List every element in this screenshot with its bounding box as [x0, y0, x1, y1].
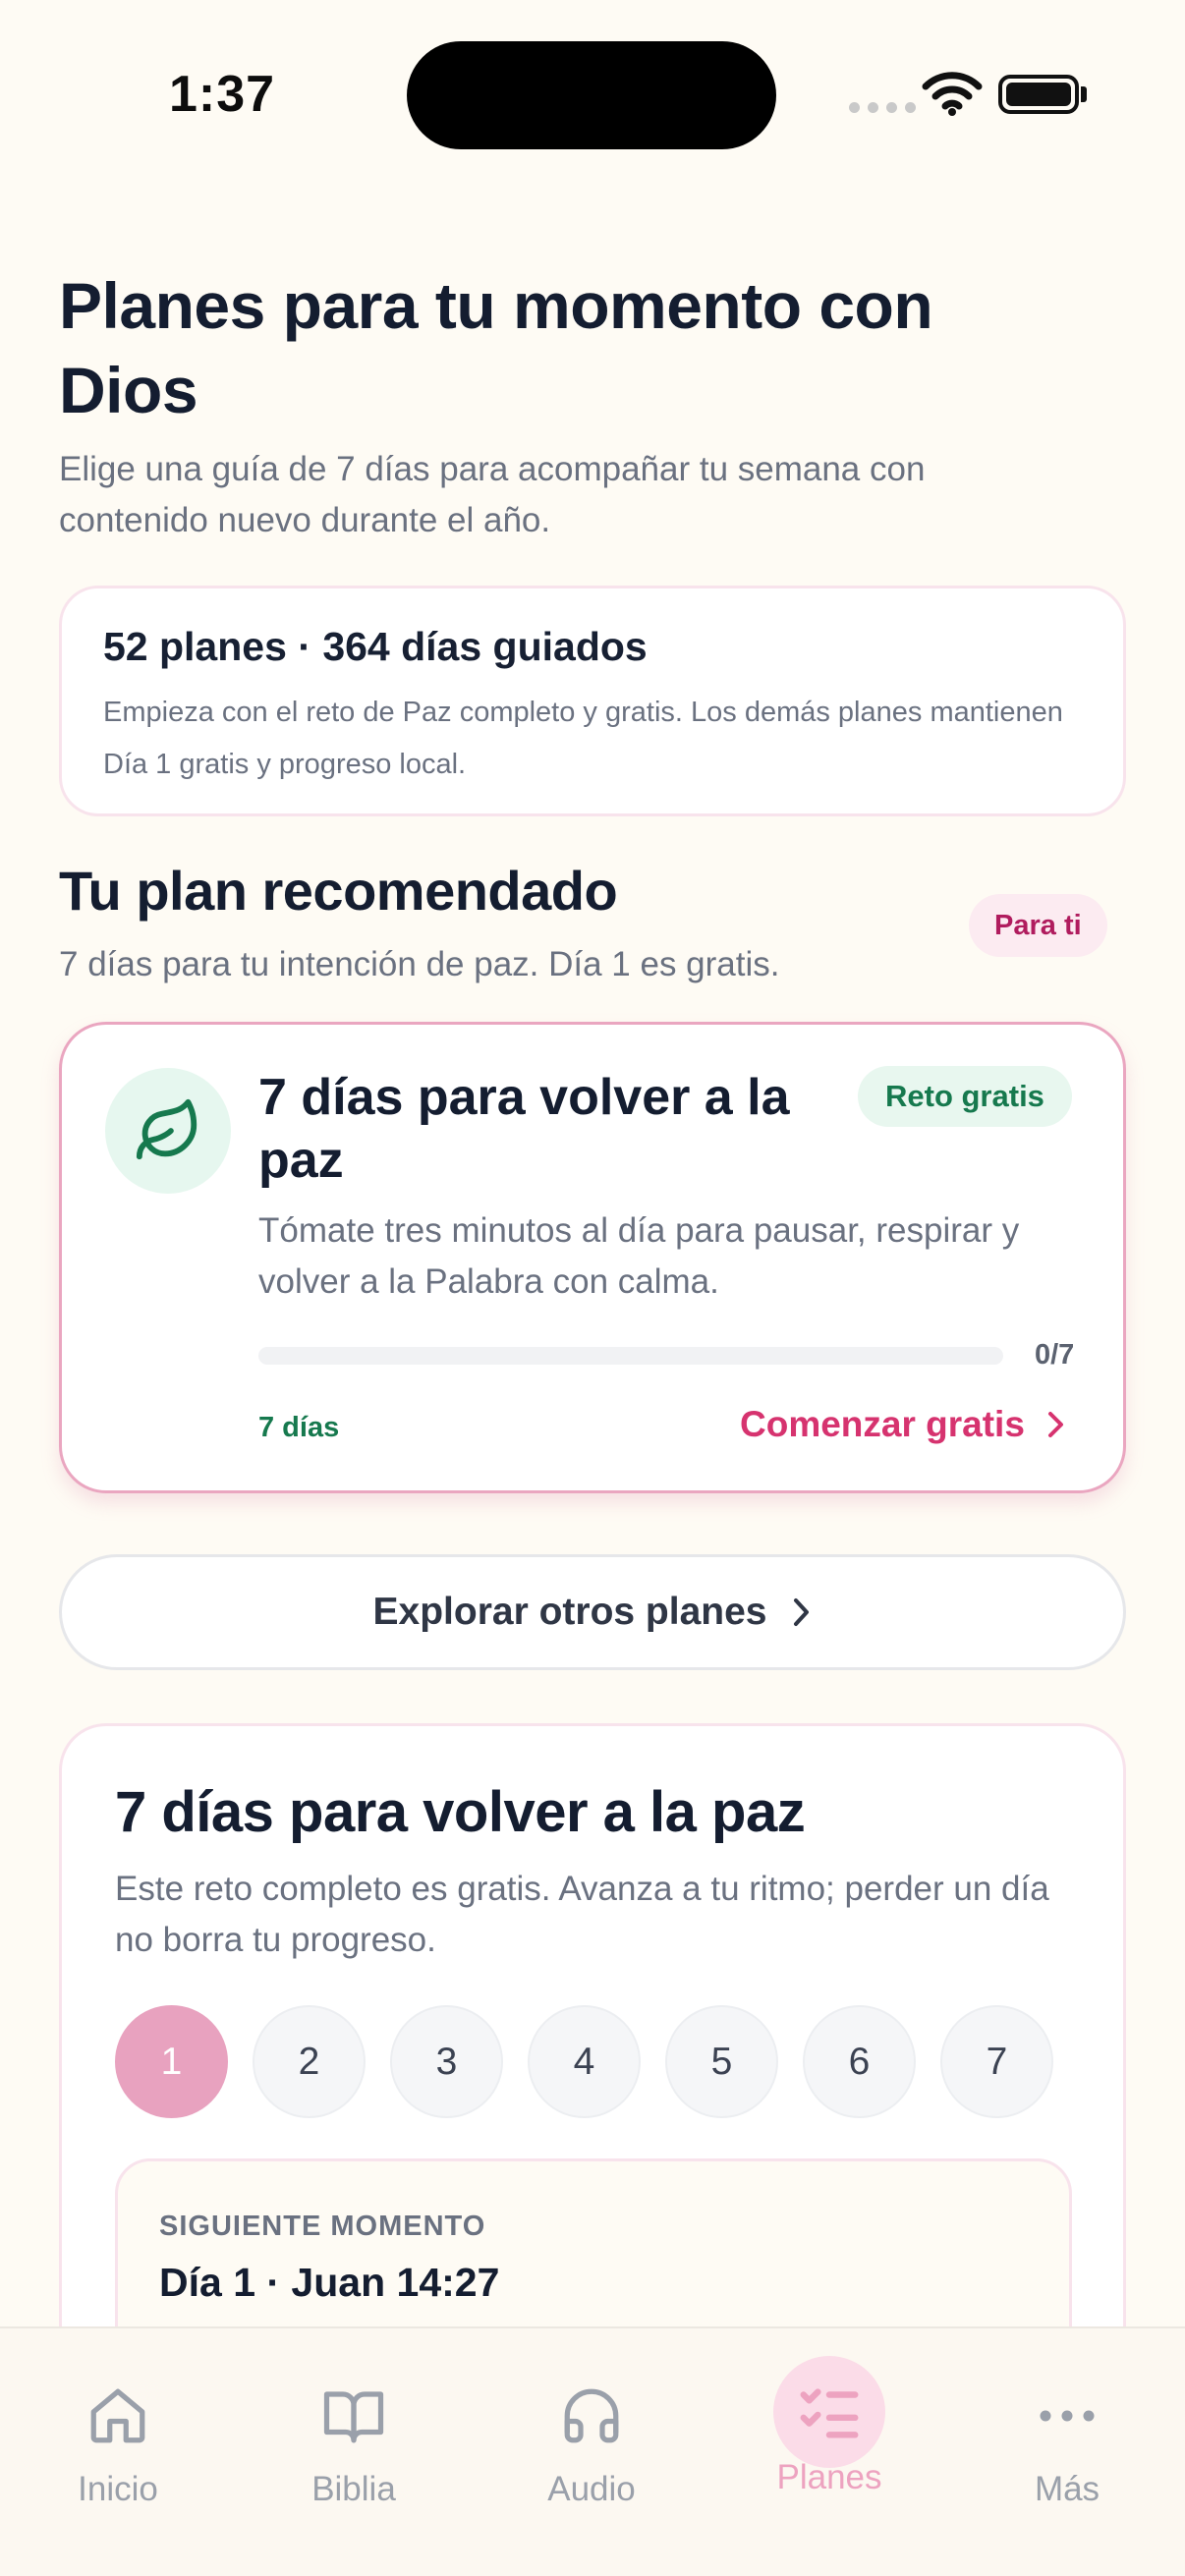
- day-button-4[interactable]: 4: [528, 2005, 641, 2118]
- section-title-recommended: Tu plan recomendado: [59, 860, 618, 922]
- leaf-icon: [105, 1068, 231, 1194]
- battery-icon: [998, 75, 1079, 114]
- plan-progress-bar: [258, 1347, 1003, 1365]
- summary-text: Empieza con el reto de Paz completo y gr…: [103, 697, 1063, 780]
- tab-mas[interactable]: Más: [949, 2328, 1185, 2525]
- section-subtitle-recommended: 7 días para tu intención de paz. Día 1 e…: [59, 945, 780, 983]
- home-icon: [62, 2372, 174, 2460]
- chevron-right-icon: [1047, 1412, 1063, 1437]
- summary-title: 52 planes · 364 días guiados: [103, 624, 648, 669]
- tab-label: Planes: [776, 2458, 882, 2496]
- wifi-icon: [922, 72, 983, 116]
- plan-name: 7 días para volver a la paz: [258, 1069, 790, 1189]
- day-button-3[interactable]: 3: [390, 2005, 503, 2118]
- tab-label: Audio: [547, 2470, 636, 2508]
- checklist-icon: [773, 2356, 885, 2468]
- tab-biblia[interactable]: Biblia: [236, 2328, 472, 2525]
- next-moment-label: SIGUIENTE MOMENTO: [159, 2211, 486, 2242]
- free-challenge-badge: Reto gratis: [858, 1066, 1072, 1127]
- start-free-button[interactable]: Comenzar gratis: [740, 1404, 1066, 1445]
- explore-plans-button[interactable]: Explorar otros planes: [59, 1554, 1126, 1670]
- tab-audio[interactable]: Audio: [474, 2328, 709, 2525]
- start-free-label: Comenzar gratis: [740, 1404, 1025, 1444]
- day-button-1[interactable]: 1: [115, 2005, 228, 2118]
- headphones-icon: [536, 2372, 648, 2460]
- day-button-7[interactable]: 7: [940, 2005, 1053, 2118]
- summary-card: 52 planes · 364 días guiados Empieza con…: [59, 586, 1126, 816]
- page-subtitle: Elige una guía de 7 días para acompañar …: [59, 450, 926, 539]
- tab-planes[interactable]: Planes: [711, 2328, 947, 2525]
- explore-plans-label: Explorar otros planes: [372, 1591, 767, 1633]
- tab-inicio[interactable]: Inicio: [0, 2328, 236, 2525]
- tab-bar: Inicio Biblia Audio Planes Más: [0, 2326, 1185, 2576]
- plan-description: Tómate tres minutos al día para pausar, …: [258, 1211, 1020, 1301]
- page-title: Planes para tu momento con Dios: [59, 269, 933, 426]
- plan-duration: 7 días: [258, 1412, 340, 1443]
- day-selector: 1 2 3 4 5 6 7: [115, 2005, 1053, 2118]
- tab-label: Inicio: [78, 2470, 158, 2508]
- day-button-5[interactable]: 5: [665, 2005, 778, 2118]
- recommended-plan-card[interactable]: 7 días para volver a la paz Reto gratis …: [59, 1022, 1126, 1493]
- detail-title: 7 días para volver a la paz: [115, 1780, 806, 1844]
- status-time: 1:37: [169, 66, 276, 123]
- dynamic-island: [407, 41, 776, 149]
- tab-label: Más: [1034, 2470, 1100, 2508]
- detail-description: Este reto completo es gratis. Avanza a t…: [115, 1870, 1049, 1959]
- more-icon: [1011, 2372, 1123, 2460]
- next-moment-reference: Día 1 · Juan 14:27: [159, 2260, 500, 2305]
- progress-text: 0/7: [1035, 1339, 1075, 1371]
- day-button-6[interactable]: 6: [803, 2005, 916, 2118]
- signal-icon: [849, 102, 916, 113]
- chevron-right-icon: [794, 1598, 810, 1626]
- for-you-badge: Para ti: [969, 894, 1107, 957]
- day-button-2[interactable]: 2: [253, 2005, 366, 2118]
- tab-label: Biblia: [311, 2470, 396, 2508]
- book-icon: [298, 2372, 410, 2460]
- battery-tip: [1081, 86, 1087, 102]
